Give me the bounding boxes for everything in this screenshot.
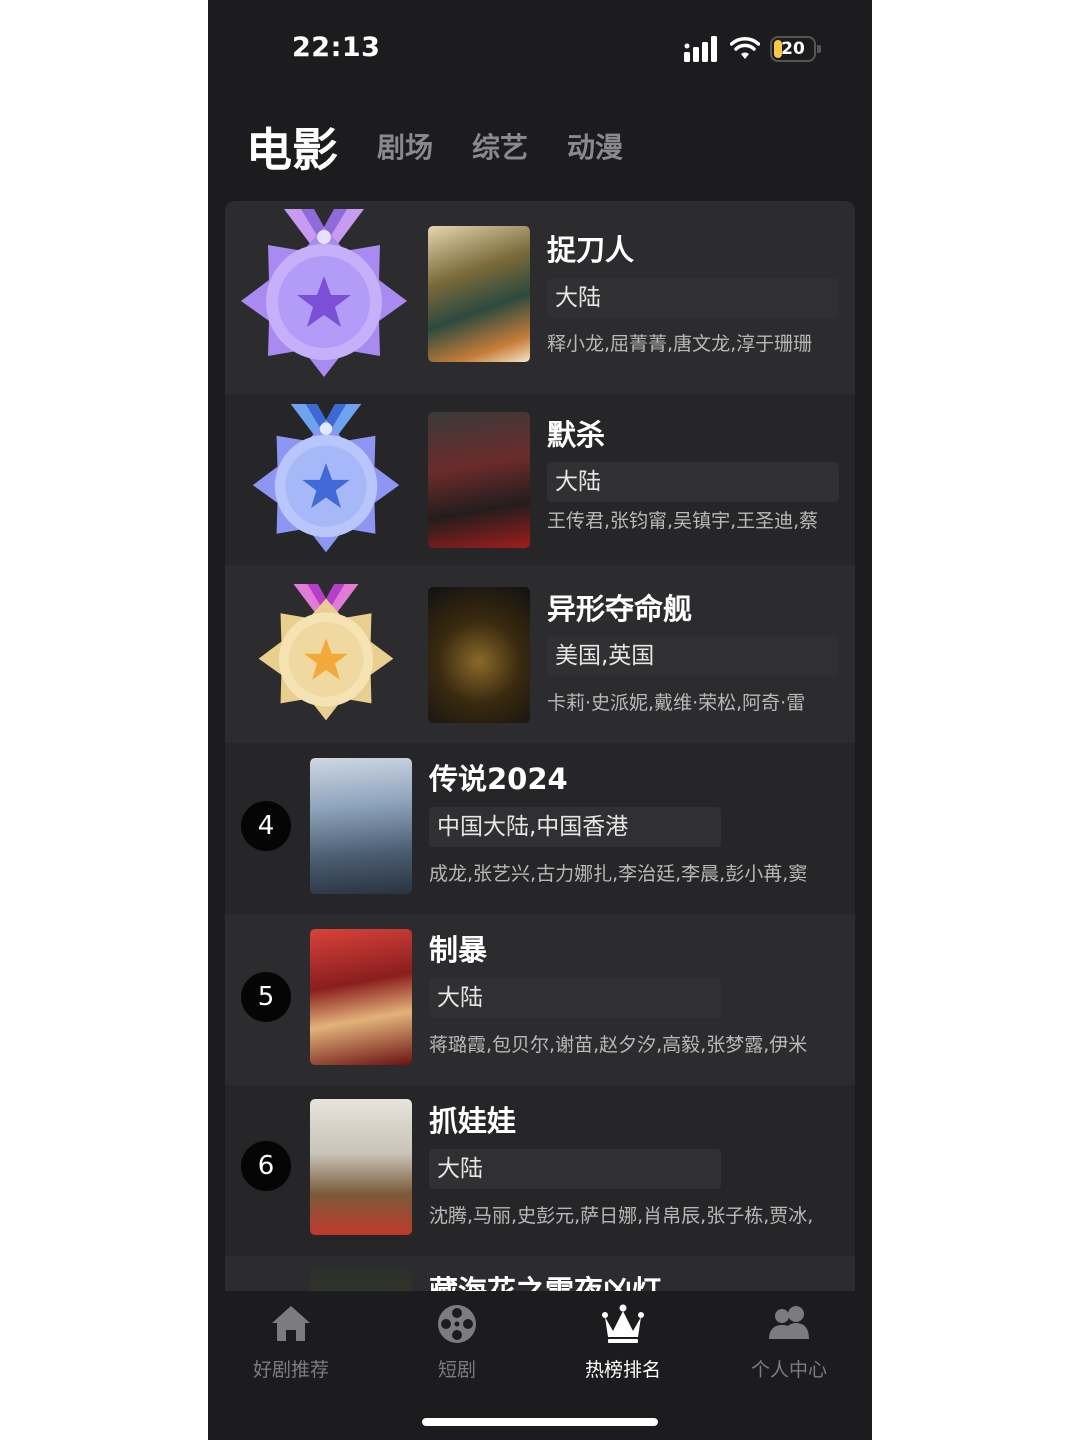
movie-title: 制暴 — [429, 933, 488, 967]
movie-region: 中国大陆,中国香港 — [429, 807, 721, 847]
movie-title: 捉刀人 — [547, 233, 635, 267]
movie-title: 传说2024 — [429, 762, 568, 796]
movie-region: 大陆 — [429, 978, 721, 1018]
movie-title: 藏海花之雪夜凶灯 — [429, 1274, 662, 1291]
battery-icon: 20 — [770, 36, 821, 62]
ranking-item[interactable]: 捉刀人 大陆 释小龙,屈菁菁,唐文龙,淳于珊珊 — [225, 201, 855, 394]
home-icon — [272, 1306, 310, 1341]
gold-medal-icon — [258, 584, 394, 721]
nav-hot-ranking[interactable]: 热榜排名 — [540, 1301, 706, 1381]
ranking-item[interactable]: 4 传说2024 中国大陆,中国香港 成龙,张艺兴,古力娜扎,李治廷,李晨,彭小… — [225, 743, 855, 914]
movie-title: 异形夺命舰 — [547, 592, 693, 626]
ranking-item[interactable]: 藏海花之雪夜凶灯 — [225, 1256, 855, 1291]
movie-poster — [428, 226, 530, 362]
movie-cast: 沈腾,马丽,史彭元,萨日娜,肖帛辰,张子栋,贾冰, — [429, 1205, 814, 1227]
tab-anime[interactable]: 动漫 — [567, 126, 623, 166]
battery-level: 20 — [781, 39, 805, 59]
movie-region: 美国,英国 — [547, 636, 839, 676]
blue-medal-icon — [252, 404, 400, 553]
ranking-item[interactable]: 5 制暴 大陆 蒋璐霞,包贝尔,谢苗,赵夕汐,高毅,张梦露,伊米 — [225, 914, 855, 1085]
movie-cast: 王传君,张钧甯,吴镇宇,王圣迪,蔡 — [547, 510, 819, 532]
tab-variety[interactable]: 综艺 — [472, 126, 528, 166]
category-tabs: 电影 剧场 综艺 动漫 — [208, 100, 872, 184]
wifi-icon — [730, 37, 760, 59]
nav-recommend[interactable]: 好剧推荐 — [208, 1301, 374, 1381]
tab-movies[interactable]: 电影 — [246, 114, 338, 180]
cellular-signal-icon — [684, 36, 717, 62]
rank-number: 5 — [241, 972, 291, 1022]
movie-cast: 释小龙,屈菁菁,唐文龙,淳于珊珊 — [547, 333, 813, 355]
purple-medal-icon — [241, 209, 407, 377]
movie-region: 大陆 — [429, 1149, 721, 1189]
rank-number: 6 — [241, 1141, 291, 1191]
movie-cast: 蒋璐霞,包贝尔,谢苗,赵夕汐,高毅,张梦露,伊米 — [429, 1034, 808, 1056]
ranking-item[interactable]: 默杀 大陆 王传君,张钧甯,吴镇宇,王圣迪,蔡 — [225, 394, 855, 565]
app-screen: 22:13 20 电影 剧场 综艺 动漫 捉刀人 大陆 释小龙,屈菁菁,唐文龙,… — [208, 0, 872, 1440]
movie-title: 默杀 — [547, 418, 606, 452]
movie-poster — [310, 1099, 412, 1235]
nav-short-drama[interactable]: 短剧 — [374, 1301, 540, 1381]
users-icon — [769, 1306, 809, 1339]
tab-theater[interactable]: 剧场 — [377, 126, 433, 166]
movie-cast: 卡莉·史派妮,戴维·荣松,阿奇·雷 — [547, 692, 806, 714]
status-bar: 22:13 20 — [208, 0, 872, 100]
movie-region: 大陆 — [547, 278, 839, 318]
nav-label: 好剧推荐 — [252, 1359, 329, 1381]
nav-label: 热榜排名 — [584, 1359, 661, 1381]
crown-icon — [602, 1304, 644, 1343]
film-reel-icon — [438, 1305, 476, 1343]
nav-label: 个人中心 — [750, 1359, 827, 1381]
movie-poster — [310, 1268, 412, 1291]
movie-poster — [310, 758, 412, 894]
ranking-item[interactable]: 6 抓娃娃 大陆 沈腾,马丽,史彭元,萨日娜,肖帛辰,张子栋,贾冰, — [225, 1085, 855, 1256]
status-time: 22:13 — [292, 32, 381, 63]
movie-region: 大陆 — [547, 462, 839, 502]
ranking-list: 捉刀人 大陆 释小龙,屈菁菁,唐文龙,淳于珊珊 默杀 大陆 王传君,张钧甯,吴镇… — [225, 201, 855, 1291]
movie-poster — [428, 412, 530, 548]
nav-profile[interactable]: 个人中心 — [706, 1301, 872, 1381]
home-indicator — [422, 1418, 658, 1426]
ranking-item[interactable]: 异形夺命舰 美国,英国 卡莉·史派妮,戴维·荣松,阿奇·雷 — [225, 565, 855, 743]
nav-label: 短剧 — [437, 1359, 476, 1381]
movie-poster — [428, 587, 530, 723]
movie-title: 抓娃娃 — [429, 1104, 517, 1138]
rank-number: 4 — [241, 801, 291, 851]
movie-poster — [310, 929, 412, 1065]
movie-cast: 成龙,张艺兴,古力娜扎,李治廷,李晨,彭小苒,窦 — [429, 863, 808, 885]
